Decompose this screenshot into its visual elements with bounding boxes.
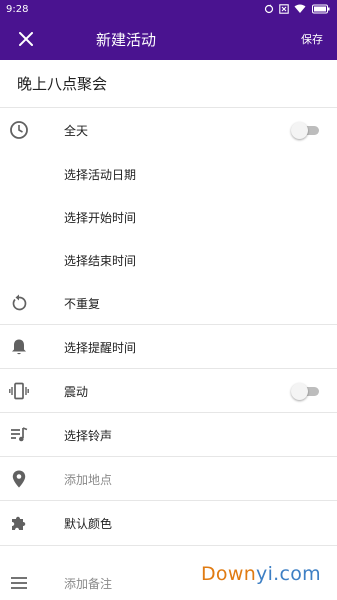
reminder-label: 选择提醒时间 [64, 340, 137, 355]
status-icons [264, 4, 331, 14]
divider [0, 545, 337, 546]
location-input[interactable]: 添加地点 [64, 471, 112, 488]
notes-input[interactable]: 添加备注 [64, 575, 112, 592]
all-day-label: 全天 [64, 123, 89, 138]
notification-box-icon [279, 4, 289, 14]
ringtone-row[interactable]: 选择铃声 [0, 413, 337, 457]
music-note-icon [8, 424, 30, 446]
battery-icon [312, 4, 330, 14]
save-button[interactable]: 保存 [301, 31, 323, 47]
clock-icon [8, 119, 30, 141]
vibrate-label: 震动 [64, 384, 89, 399]
watermark-logo: Downyi.com [201, 563, 321, 585]
repeat-row[interactable]: 不重复 [0, 282, 337, 324]
start-time-row[interactable]: 选择开始时间 [0, 196, 337, 238]
date-row[interactable]: 选择活动日期 [0, 152, 337, 196]
end-time-row[interactable]: 选择结束时间 [0, 238, 337, 282]
repeat-icon [8, 292, 30, 314]
page-title: 新建活动 [96, 30, 157, 49]
close-button[interactable] [0, 18, 52, 60]
repeat-label: 不重复 [64, 296, 101, 311]
location-pin-icon [8, 468, 30, 490]
app-bar: 新建活动 保存 [0, 18, 337, 60]
close-icon [19, 32, 33, 46]
vibrate-row[interactable]: 震动 [0, 369, 337, 413]
start-time-label: 选择开始时间 [64, 210, 137, 225]
notes-lines-icon [8, 572, 30, 594]
reminder-row[interactable]: 选择提醒时间 [0, 325, 337, 369]
color-label: 默认颜色 [64, 516, 113, 531]
wifi-icon [294, 4, 306, 13]
all-day-row[interactable]: 全天 [0, 108, 337, 152]
watermark-part1: Down [201, 563, 257, 585]
vibrate-icon [8, 380, 30, 402]
bell-icon [8, 336, 30, 358]
status-time: 9:28 [6, 3, 29, 15]
date-label: 选择活动日期 [64, 167, 137, 182]
color-row[interactable]: 默认颜色 [0, 501, 337, 545]
status-bar: 9:28 [0, 0, 337, 18]
puzzle-icon [8, 512, 30, 534]
ringtone-label: 选择铃声 [64, 428, 113, 443]
event-title-input[interactable]: 晚上八点聚会 [0, 60, 337, 108]
end-time-label: 选择结束时间 [64, 253, 137, 268]
watermark-part2: yi.com [256, 563, 321, 585]
all-day-toggle[interactable] [291, 121, 319, 139]
location-row[interactable]: 添加地点 [0, 457, 337, 501]
sync-icon [264, 4, 274, 14]
vibrate-toggle[interactable] [291, 382, 319, 400]
